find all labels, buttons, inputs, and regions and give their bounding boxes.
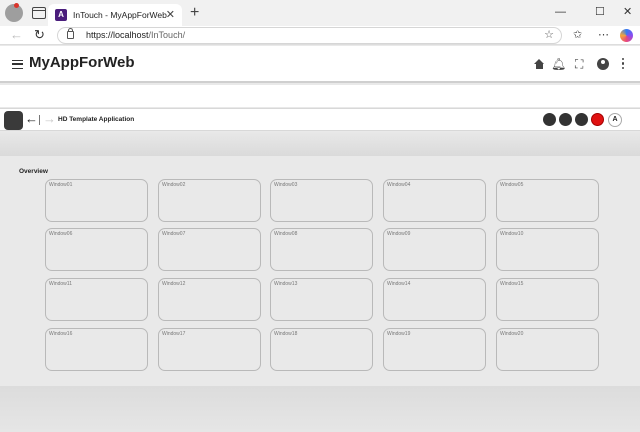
window-tile[interactable]: Window18 (270, 328, 373, 371)
window-tile-label: Window05 (500, 182, 524, 188)
favorite-star-icon[interactable]: ☆ (544, 28, 554, 41)
copilot-icon[interactable] (620, 29, 633, 42)
window-tile[interactable]: Window05 (496, 179, 599, 222)
window-tile-label: Window01 (49, 182, 73, 188)
browser-tab[interactable]: A InTouch - MyAppForWeb ✕ (48, 4, 182, 26)
window-tile-label: Window16 (49, 331, 73, 337)
window-tile[interactable]: Window03 (270, 179, 373, 222)
alarm-button[interactable] (591, 113, 604, 126)
fullscreen-icon[interactable]: ⛶ (575, 57, 583, 71)
url-path: /InTouch/ (148, 30, 186, 40)
window-tile[interactable]: Window12 (158, 278, 261, 321)
window-tile[interactable]: Window08 (270, 228, 373, 271)
window-tile-label: Window17 (162, 331, 186, 337)
window-tile[interactable]: Window15 (496, 278, 599, 321)
browser-toolbar: ← ↻ https://localhost/InTouch/ ☆ ✩ ⋯ (0, 26, 640, 45)
menu-icon[interactable] (12, 60, 23, 69)
address-bar[interactable]: https://localhost/InTouch/ ☆ (57, 27, 562, 44)
window-tile[interactable]: Window20 (496, 328, 599, 371)
window-tile-label: Window13 (274, 281, 298, 287)
gradient-band (0, 132, 640, 156)
kebab-icon[interactable] (622, 58, 625, 70)
window-tile[interactable]: Window01 (45, 179, 148, 222)
refresh-icon[interactable]: ↻ (34, 27, 45, 43)
window-tile[interactable]: Window16 (45, 328, 148, 371)
window-tile-label: Window11 (49, 281, 72, 287)
template-title: HD Template Application (58, 116, 135, 123)
nav-divider (39, 115, 40, 125)
window-tile[interactable]: Window19 (383, 328, 486, 371)
overview-title: Overview (19, 168, 48, 175)
window-tile-label: Window09 (387, 231, 411, 237)
forward-arrow-icon[interactable]: → (43, 111, 56, 127)
window-tile-label: Window06 (49, 231, 73, 237)
window-tile-label: Window15 (500, 281, 524, 287)
window-tile[interactable]: Window11 (45, 278, 148, 321)
window-tile-label: Window07 (162, 231, 186, 237)
header-spacer (0, 85, 640, 107)
back-arrow-icon[interactable]: ← (25, 111, 38, 127)
window-tile[interactable]: Window10 (496, 228, 599, 271)
app-title: MyAppForWeb (29, 54, 135, 71)
app-favicon-icon: A (55, 9, 67, 21)
url-base: https://localhost (86, 30, 149, 40)
bell-icon[interactable]: 🔔︎ (551, 57, 566, 71)
window-tile-label: Window02 (162, 182, 186, 188)
window-tile-label: Window14 (387, 281, 411, 287)
status-button-3[interactable] (575, 113, 588, 126)
tab-title: InTouch - MyAppForWeb (73, 10, 167, 20)
footer-band (0, 386, 640, 432)
window-tile-label: Window19 (387, 331, 411, 337)
user-letter-button[interactable]: A (608, 113, 622, 127)
more-icon[interactable]: ⋯ (598, 28, 609, 42)
new-tab-icon[interactable]: + (190, 4, 199, 22)
window-tile-label: Window18 (274, 331, 298, 337)
window-tile[interactable]: Window13 (270, 278, 373, 321)
home-icon[interactable] (534, 59, 545, 69)
minimize-icon[interactable]: — (555, 5, 566, 19)
status-button-2[interactable] (559, 113, 572, 126)
url-text: https://localhost/InTouch/ (86, 30, 185, 40)
window-tile[interactable]: Window04 (383, 179, 486, 222)
window-tile-label: Window04 (387, 182, 411, 188)
window-tile[interactable]: Window14 (383, 278, 486, 321)
window-tile-label: Window20 (500, 331, 524, 337)
profile-icon[interactable] (5, 3, 23, 22)
account-icon[interactable] (597, 58, 609, 70)
close-icon[interactable]: ✕ (623, 5, 632, 19)
tab-actions-icon[interactable] (32, 7, 46, 19)
favorites-icon[interactable]: ✩ (573, 28, 582, 42)
window-tile[interactable]: Window09 (383, 228, 486, 271)
window-tile-label: Window10 (500, 231, 524, 237)
window-tile[interactable]: Window07 (158, 228, 261, 271)
overview-panel: Overview Window01 Window02 Window03 Window0… (3, 157, 637, 386)
lock-icon[interactable] (67, 28, 74, 39)
window-tile[interactable]: Window17 (158, 328, 261, 371)
app-header: MyAppForWeb 🔔︎ ⛶ (0, 46, 640, 83)
maximize-icon[interactable]: ☐ (595, 5, 605, 19)
close-tab-icon[interactable]: ✕ (166, 8, 175, 22)
browser-tabstrip: A InTouch - MyAppForWeb ✕ + — ☐ ✕ (0, 0, 640, 26)
window-tile[interactable]: Window02 (158, 179, 261, 222)
window-tile[interactable]: Window06 (45, 228, 148, 271)
window-tile-label: Window12 (162, 281, 186, 287)
status-button-1[interactable] (543, 113, 556, 126)
window-tile-label: Window03 (274, 182, 298, 188)
template-menu-button[interactable] (4, 111, 23, 130)
back-icon[interactable]: ← (10, 27, 23, 43)
window-tile-label: Window08 (274, 231, 298, 237)
template-bar: ← → HD Template Application A (0, 108, 640, 131)
